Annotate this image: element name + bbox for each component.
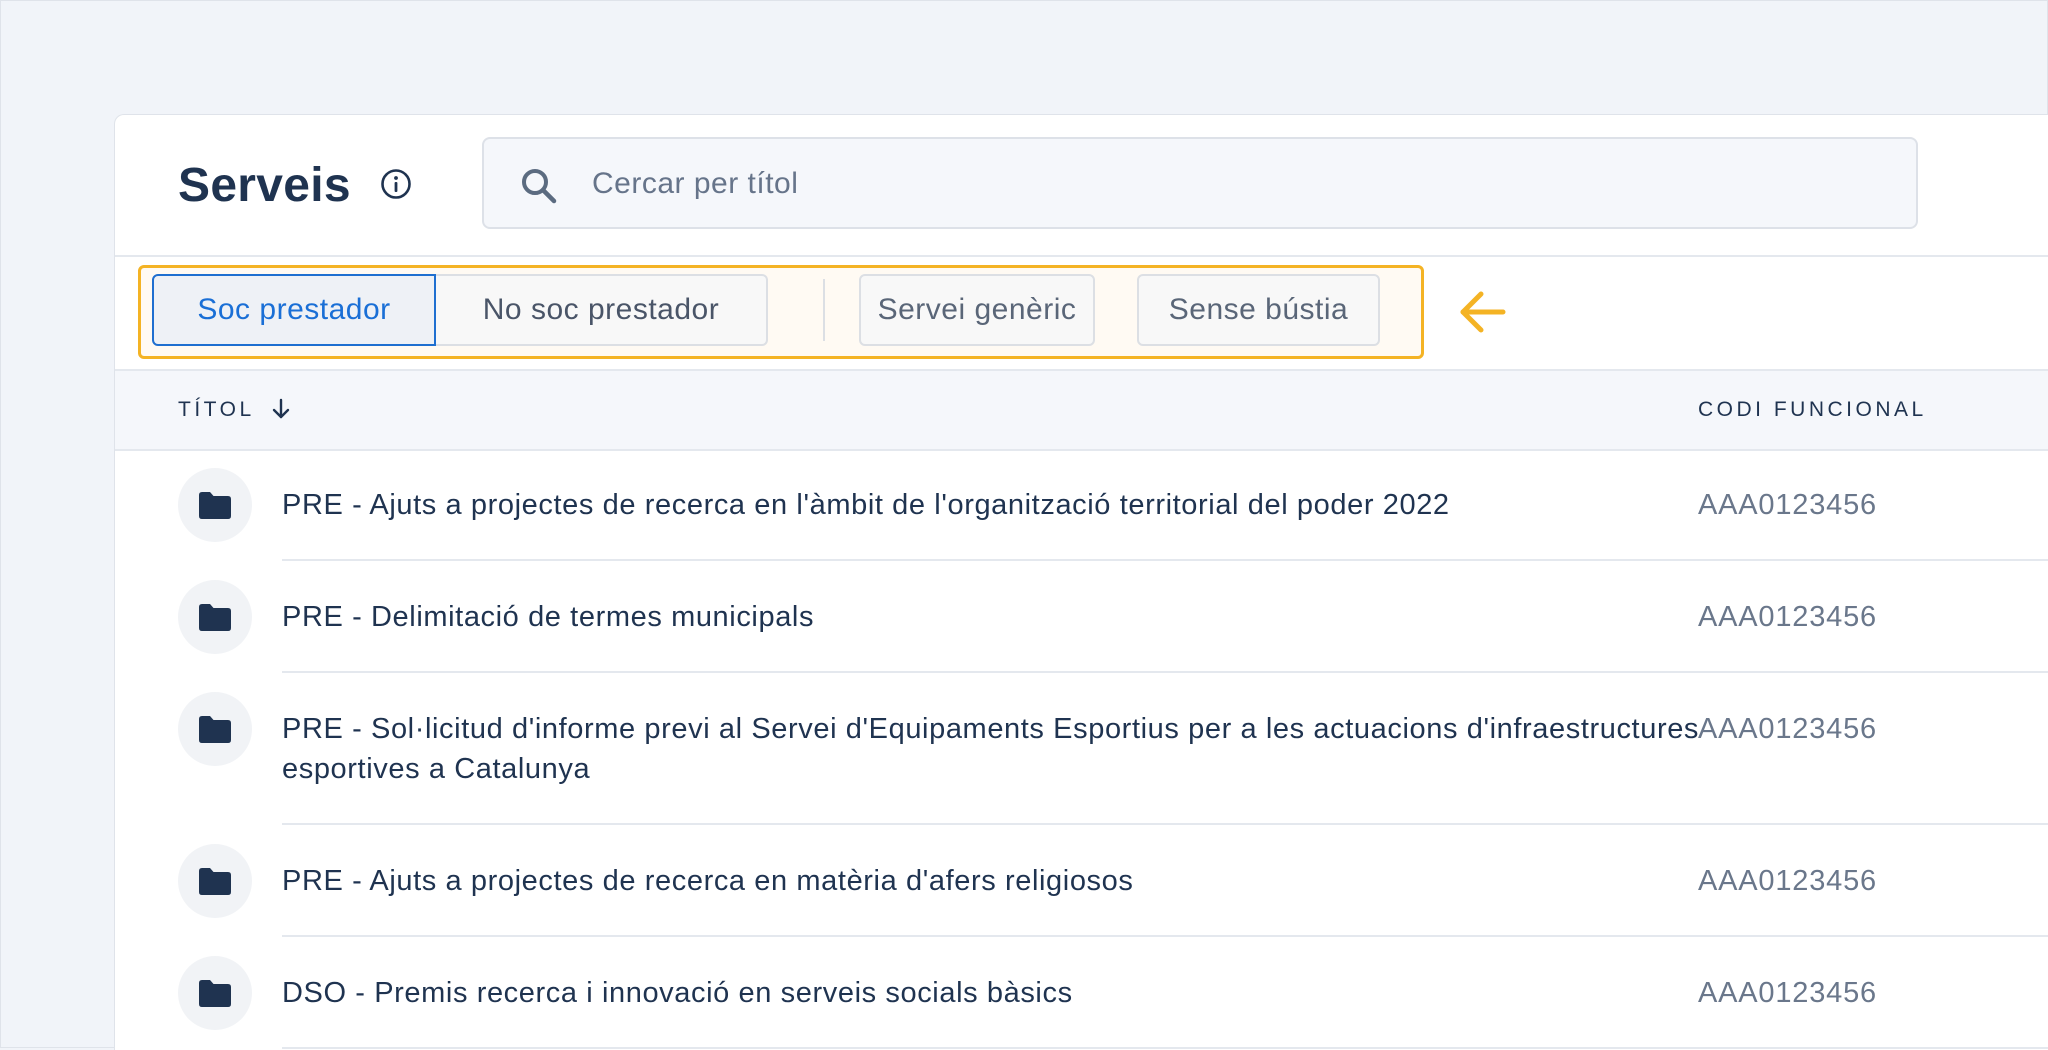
table-row[interactable]: PRE - Ajuts a projectes de recerca en l'… — [115, 449, 2048, 561]
search-box[interactable] — [482, 137, 1918, 229]
segment-soc-prestador[interactable]: Soc prestador — [152, 274, 436, 346]
folder-icon-badge — [178, 468, 252, 542]
row-title[interactable]: DSO - Premis recerca i innovació en serv… — [282, 973, 1742, 1013]
services-panel: Serveis Soc prestador No soc prestador — [114, 114, 2048, 1050]
filter-divider — [823, 279, 825, 341]
table-row[interactable]: PRE - Ajuts a projectes de recerca en ma… — [115, 825, 2048, 937]
row-title[interactable]: PRE - Delimitació de termes municipals — [282, 597, 1742, 637]
page-frame: Serveis Soc prestador No soc prestador — [0, 0, 2048, 1050]
chip-sense-bustia[interactable]: Sense bústia — [1137, 274, 1380, 346]
folder-icon-badge — [178, 956, 252, 1030]
row-code: AAA0123456 — [1698, 865, 1877, 897]
table-header: TÍTOL CODI FUNCIONAL — [115, 369, 2048, 451]
row-title[interactable]: PRE - Ajuts a projectes de recerca en ma… — [282, 861, 1742, 901]
search-icon — [522, 169, 557, 204]
panel-header: Serveis — [115, 115, 2048, 257]
segment-no-soc-prestador[interactable]: No soc prestador — [436, 274, 768, 346]
table-row[interactable]: PRE - Delimitació de termes municipals A… — [115, 561, 2048, 673]
folder-icon — [199, 868, 231, 895]
folder-icon — [199, 604, 231, 631]
table-row[interactable]: DSO - Premis recerca i innovació en serv… — [115, 937, 2048, 1049]
folder-icon-badge — [178, 844, 252, 918]
row-code: AAA0123456 — [1698, 489, 1877, 521]
row-title[interactable]: PRE - Sol·licitud d'informe previ al Ser… — [282, 709, 1742, 789]
row-code: AAA0123456 — [1698, 601, 1877, 633]
filter-bar: Soc prestador No soc prestador Servei ge… — [115, 257, 2048, 369]
row-code: AAA0123456 — [1698, 713, 1877, 745]
page-title: Serveis — [178, 159, 351, 212]
services-list: PRE - Ajuts a projectes de recerca en l'… — [115, 449, 2048, 1049]
row-title[interactable]: PRE - Ajuts a projectes de recerca en l'… — [282, 485, 1742, 525]
folder-icon — [199, 716, 231, 743]
provider-segmented-control: Soc prestador No soc prestador — [152, 274, 768, 346]
table-row[interactable]: PRE - Sol·licitud d'informe previ al Ser… — [115, 673, 2048, 825]
folder-icon-badge — [178, 692, 252, 766]
column-header-title[interactable]: TÍTOL — [178, 398, 255, 422]
arrow-left-icon — [1460, 291, 1506, 333]
info-circle-icon[interactable] — [380, 168, 412, 200]
row-divider — [282, 1047, 2048, 1049]
column-header-code: CODI FUNCIONAL — [1698, 398, 1927, 421]
arrow-down-icon[interactable] — [270, 397, 292, 421]
folder-icon — [199, 980, 231, 1007]
row-code: AAA0123456 — [1698, 977, 1877, 1009]
folder-icon-badge — [178, 580, 252, 654]
chip-servei-generic[interactable]: Servei genèric — [859, 274, 1095, 346]
folder-icon — [199, 492, 231, 519]
search-input[interactable] — [590, 153, 1794, 215]
